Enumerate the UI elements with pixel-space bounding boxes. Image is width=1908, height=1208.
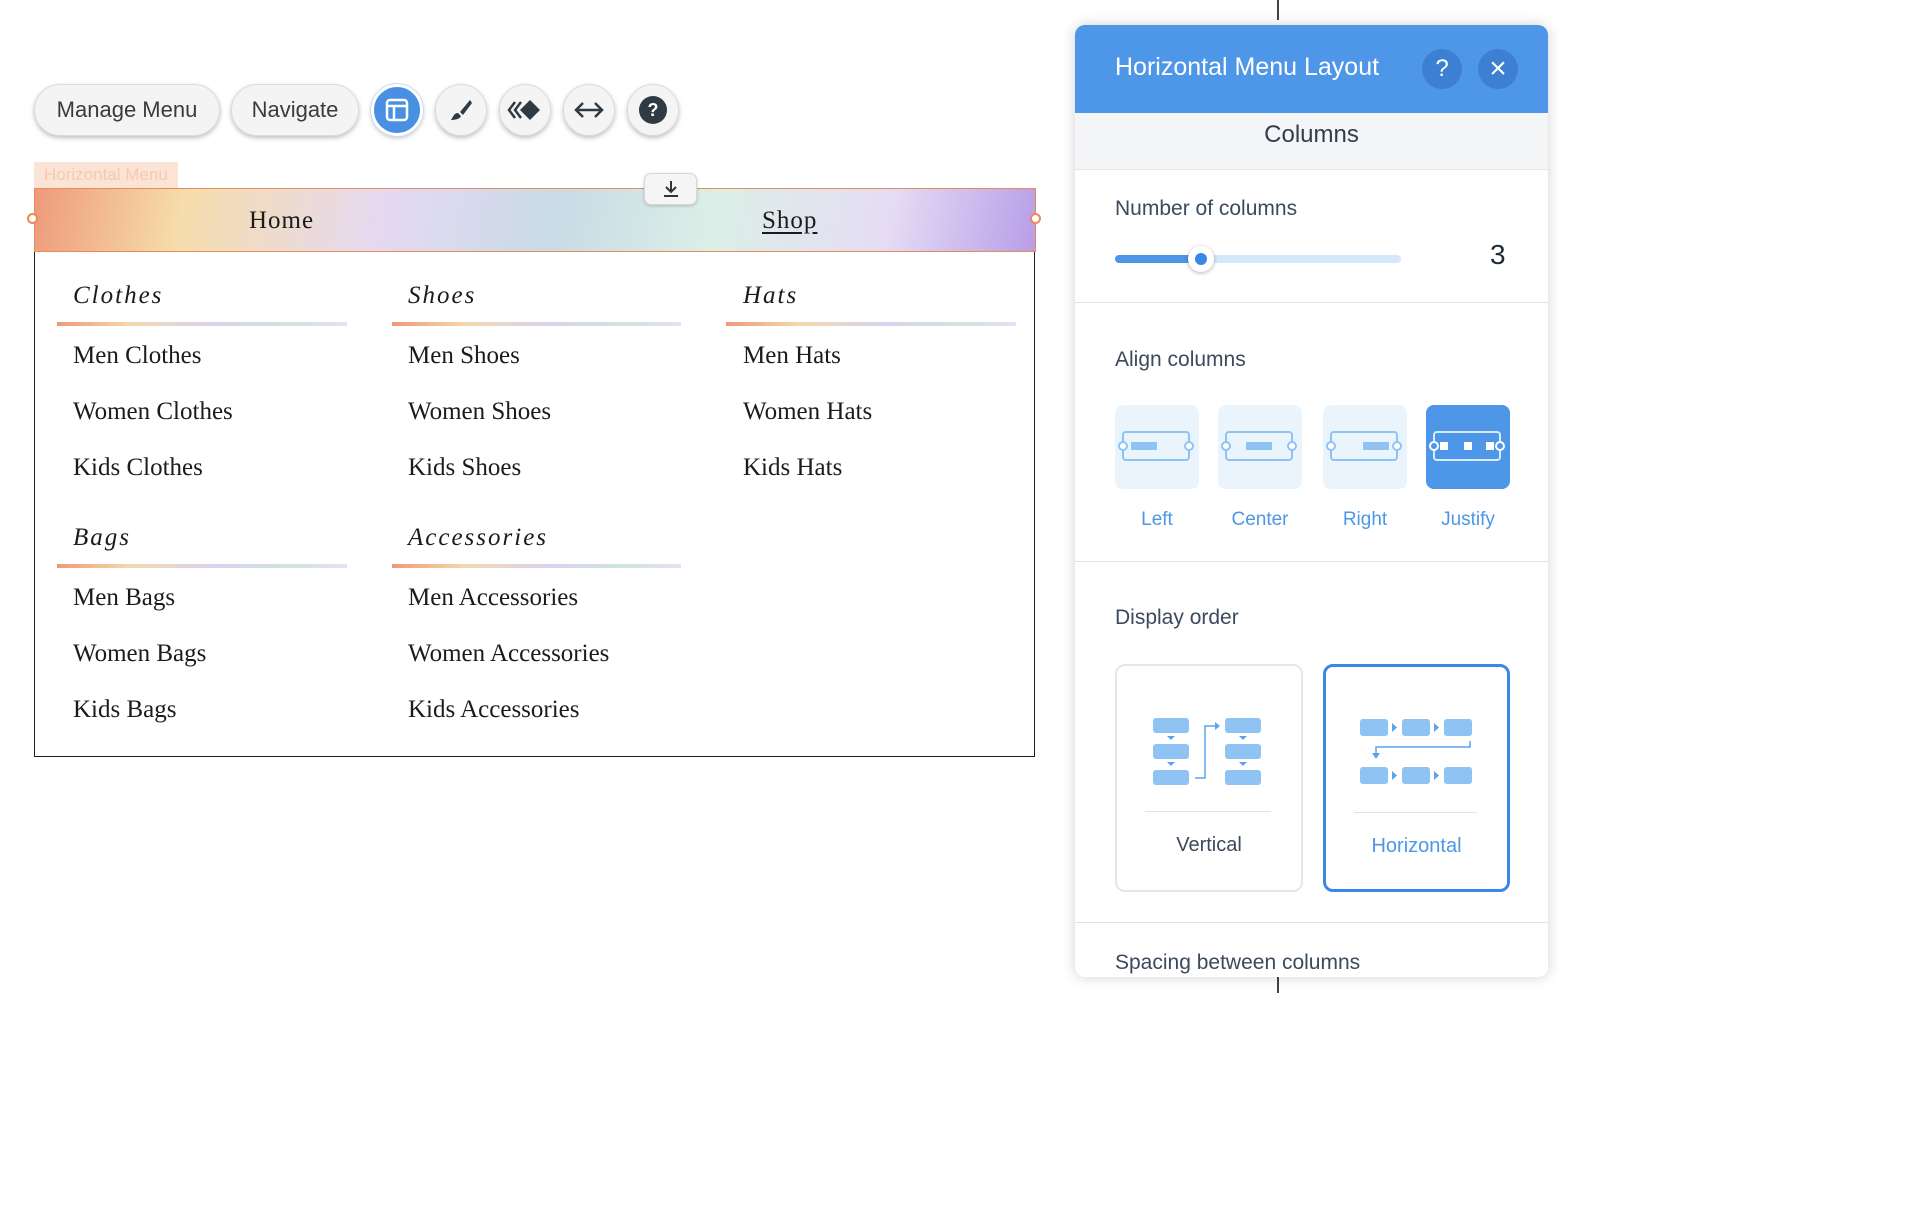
panel-help-button[interactable]: ? [1422, 49, 1462, 89]
close-icon: × [1489, 52, 1507, 85]
design-button[interactable] [435, 84, 487, 136]
heading-underline [392, 322, 681, 326]
guide-line-bottom [1277, 977, 1279, 993]
menu-item-shop[interactable]: Shop [762, 189, 817, 253]
svg-text:?: ? [648, 100, 659, 120]
display-order-horizontal-option[interactable]: Horizontal [1323, 664, 1510, 892]
menu-item-home[interactable]: Home [249, 189, 314, 253]
question-icon: ? [1435, 55, 1449, 82]
submenu-item[interactable]: Kids Shoes [408, 454, 521, 482]
animation-button[interactable] [499, 84, 551, 136]
align-left-icon [1118, 431, 1194, 461]
guide-line-top [1277, 0, 1279, 20]
spacing-between-columns-label: Spacing between columns [1115, 951, 1361, 974]
submenu-item[interactable]: Women Accessories [408, 640, 609, 668]
horizontal-menu-tag: Horizontal Menu [34, 162, 178, 188]
submenu-heading-bags[interactable]: Bags [73, 524, 131, 552]
stretch-button[interactable] [563, 84, 615, 136]
layout-settings-panel: Horizontal Menu Layout ? × Columns Numbe… [1075, 25, 1548, 977]
submenu-item[interactable]: Kids Hats [743, 454, 842, 482]
columns-slider[interactable] [1115, 246, 1401, 272]
align-columns-label: Align columns [1115, 348, 1246, 371]
align-justify-label: Justify [1441, 509, 1495, 530]
download-button[interactable] [644, 173, 697, 205]
submenu-heading-clothes[interactable]: Clothes [73, 282, 163, 310]
align-left-label: Left [1141, 509, 1173, 530]
panel-close-button[interactable]: × [1478, 49, 1518, 89]
horizontal-menu-bar[interactable]: Home Shop [34, 188, 1036, 252]
section-divider [1075, 302, 1548, 303]
download-icon [663, 181, 678, 197]
panel-title: Horizontal Menu Layout [1115, 53, 1380, 81]
submenu-item[interactable]: Men Clothes [73, 342, 201, 370]
panel-tab-columns: Columns [1075, 113, 1548, 170]
layout-button[interactable] [371, 84, 423, 136]
submenu-item[interactable]: Men Bags [73, 584, 175, 612]
submenu-heading-accessories[interactable]: Accessories [408, 524, 548, 552]
align-right-option[interactable] [1323, 405, 1407, 489]
display-order-vertical-option[interactable]: Vertical [1115, 664, 1303, 892]
horizontal-label: Horizontal [1371, 835, 1462, 857]
section-divider [1075, 561, 1548, 562]
submenu-dropdown: Clothes Men Clothes Women Clothes Kids C… [34, 252, 1035, 757]
slider-thumb-dot [1194, 253, 1207, 265]
submenu-item[interactable]: Women Bags [73, 640, 206, 668]
align-left-option[interactable] [1115, 405, 1199, 489]
heading-underline [726, 322, 1016, 326]
align-right-icon [1326, 431, 1402, 461]
slider-thumb[interactable] [1187, 246, 1214, 272]
submenu-item[interactable]: Kids Bags [73, 696, 176, 724]
display-order-label: Display order [1115, 606, 1239, 629]
navigate-button[interactable]: Navigate [231, 84, 359, 136]
section-divider [1075, 922, 1548, 923]
align-center-label: Center [1231, 509, 1289, 530]
heading-underline [392, 564, 681, 568]
submenu-item[interactable]: Men Accessories [408, 584, 578, 612]
layout-icon [385, 98, 409, 122]
vertical-label: Vertical [1176, 834, 1242, 856]
heading-underline [57, 322, 347, 326]
submenu-item[interactable]: Women Hats [743, 398, 872, 426]
submenu-item[interactable]: Kids Clothes [73, 454, 203, 482]
brush-icon [451, 100, 472, 120]
stretch-icon [574, 102, 604, 118]
horizontal-order-icon [1360, 719, 1472, 784]
number-of-columns-value[interactable]: 3 [1490, 239, 1506, 271]
navigate-label: Navigate [251, 97, 339, 122]
help-button[interactable]: ? [627, 84, 679, 136]
vertical-order-icon [1153, 718, 1261, 785]
submenu-item[interactable]: Men Hats [743, 342, 841, 370]
submenu-item[interactable]: Women Clothes [73, 398, 233, 426]
align-right-label: Right [1342, 509, 1388, 530]
panel-header[interactable]: Horizontal Menu Layout ? × [1075, 25, 1548, 113]
right-resize-handle[interactable] [1030, 213, 1041, 224]
align-justify-option[interactable] [1426, 405, 1510, 489]
submenu-item[interactable]: Women Shoes [408, 398, 551, 426]
animation-icon [507, 100, 540, 120]
submenu-item[interactable]: Men Shoes [408, 342, 520, 370]
submenu-heading-shoes[interactable]: Shoes [408, 282, 476, 310]
align-center-icon [1221, 431, 1297, 461]
number-of-columns-label: Number of columns [1115, 197, 1298, 220]
heading-underline [57, 564, 347, 568]
submenu-item[interactable]: Kids Accessories [408, 696, 580, 724]
help-icon: ? [639, 96, 667, 124]
align-center-option[interactable] [1218, 405, 1302, 489]
card-divider [1354, 812, 1477, 813]
left-resize-handle[interactable] [27, 213, 38, 224]
card-divider [1145, 811, 1271, 812]
submenu-heading-hats[interactable]: Hats [743, 282, 798, 310]
manage-menu-label: Manage Menu [56, 97, 198, 122]
align-justify-icon [1429, 431, 1505, 461]
manage-menu-button[interactable]: Manage Menu [34, 84, 220, 136]
